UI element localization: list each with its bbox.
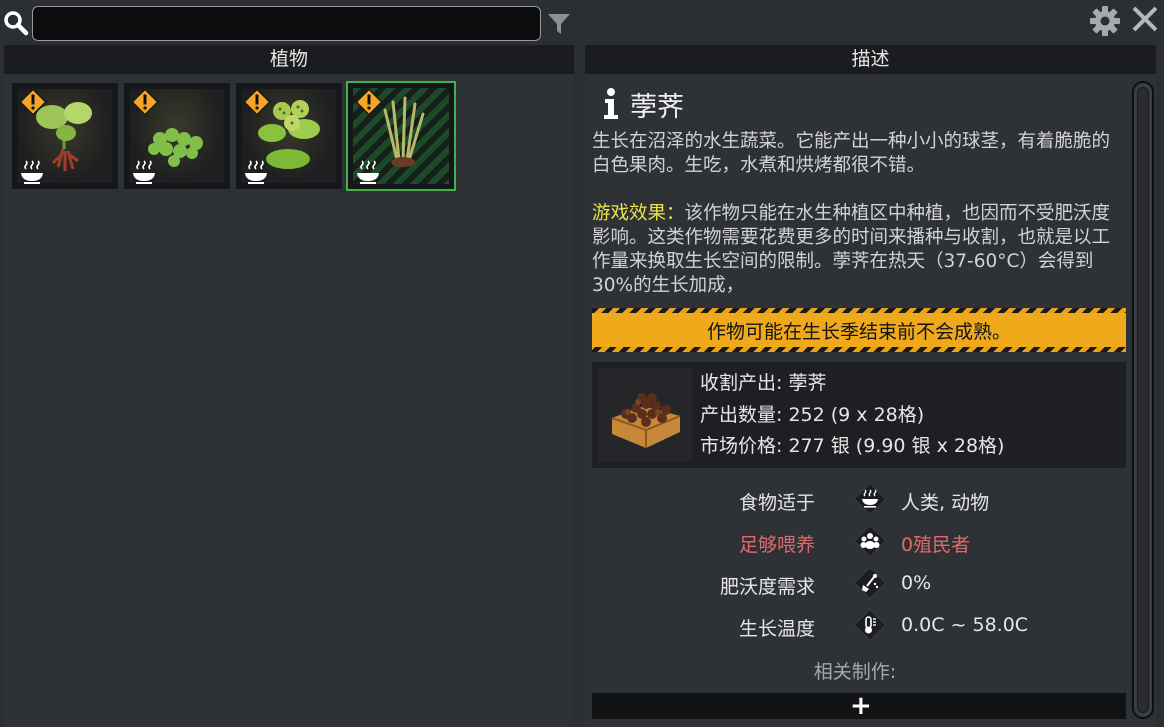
stat-label: 食物适于 bbox=[738, 492, 815, 514]
bowl-icon bbox=[853, 482, 887, 516]
stat-label: 生长温度 bbox=[738, 618, 815, 640]
stat-label: 足够喂养 bbox=[738, 534, 815, 556]
plant-tile[interactable] bbox=[124, 83, 230, 189]
stat-value: 0殖民者 bbox=[901, 534, 971, 556]
plant-tile[interactable] bbox=[236, 83, 342, 189]
bowl-icon bbox=[21, 160, 43, 184]
crate-icon bbox=[611, 393, 681, 448]
stat-row-temperature: 生长温度 0.0C ~ 58.0C bbox=[585, 606, 1125, 644]
related-crafting-label: 相关制作: bbox=[813, 661, 897, 683]
game-effect: 游戏效果：该作物只能在水生种植区中种植，也因而不受肥沃度影响。这类作物需要花费更… bbox=[592, 202, 1122, 298]
stat-value: 人类, 动物 bbox=[901, 492, 990, 514]
stat-value: 0.0C ~ 58.0C bbox=[901, 614, 1029, 636]
add-icon: + bbox=[850, 691, 872, 721]
warning-icon bbox=[131, 88, 159, 116]
warning-icon bbox=[19, 88, 47, 116]
bowl-icon bbox=[133, 160, 155, 184]
harvest-details: 收割产出: 荸荠 产出数量: 252 (9 x 28格) 市场价格: 277 银… bbox=[700, 368, 1004, 463]
game-effect-label: 游戏效果： bbox=[592, 203, 685, 224]
harvest-info-box: 收割产出: 荸荠 产出数量: 252 (9 x 28格) 市场价格: 277 银… bbox=[592, 362, 1126, 468]
bowl-icon bbox=[357, 160, 379, 184]
info-icon bbox=[604, 88, 618, 119]
thermometer-icon bbox=[853, 608, 887, 642]
growth-warning-banner: 作物可能在生长季结束前不会成熟。 bbox=[592, 308, 1126, 352]
stat-value: 0% bbox=[901, 572, 932, 594]
search-input[interactable] bbox=[32, 6, 541, 41]
description-panel: 描述 荸荠 生长在沼泽的水生蔬菜。它能产出一种小小的球茎，有着脆脆的白色果肉。生… bbox=[585, 45, 1156, 727]
plant-tile[interactable] bbox=[12, 83, 118, 189]
fertilizer-shovel-icon bbox=[853, 566, 887, 600]
plant-tile-selected[interactable] bbox=[346, 81, 456, 191]
description-scrollbar-thumb[interactable] bbox=[1137, 87, 1149, 713]
warning-icon bbox=[355, 88, 383, 116]
search-icon bbox=[4, 11, 29, 36]
top-bar bbox=[0, 0, 1164, 44]
description-scrollbar[interactable] bbox=[1132, 81, 1154, 719]
related-crafting-add-button[interactable]: + bbox=[592, 691, 1126, 721]
plant-title-row: 荸荠 bbox=[600, 85, 684, 123]
growth-warning-text: 作物可能在生长季结束前不会成熟。 bbox=[592, 313, 1126, 347]
plants-panel-header: 植物 bbox=[4, 45, 574, 74]
stat-row-fertility: 肥沃度需求 0% bbox=[585, 564, 1125, 602]
stat-label: 肥沃度需求 bbox=[719, 576, 815, 598]
plants-panel: 植物 bbox=[4, 45, 574, 727]
stat-row-food-for: 食物适于 人类, 动物 bbox=[585, 480, 1125, 518]
harvest-quantity: 产出数量: 252 (9 x 28格) bbox=[700, 403, 925, 426]
plant-description: 生长在沼泽的水生蔬菜。它能产出一种小小的球茎，有着脆脆的白色果肉。生吃，水煮和烘… bbox=[592, 131, 1111, 176]
harvest-item-image bbox=[598, 368, 692, 462]
harvest-price: 市场价格: 277 银 (9.90 银 x 28格) bbox=[700, 435, 1005, 457]
stat-row-feeds: 足够喂养 0殖民者 bbox=[585, 522, 1125, 560]
warning-icon bbox=[243, 88, 271, 116]
bowl-icon bbox=[245, 160, 267, 184]
plant-title: 荸荠 bbox=[630, 91, 684, 123]
close-icon[interactable] bbox=[1130, 4, 1160, 34]
harvest-output: 收割产出: 荸荠 bbox=[700, 372, 827, 394]
gear-icon[interactable] bbox=[1089, 5, 1121, 37]
description-panel-header: 描述 bbox=[585, 45, 1156, 74]
colonist-group-icon bbox=[853, 524, 887, 558]
filter-icon[interactable] bbox=[547, 12, 571, 36]
